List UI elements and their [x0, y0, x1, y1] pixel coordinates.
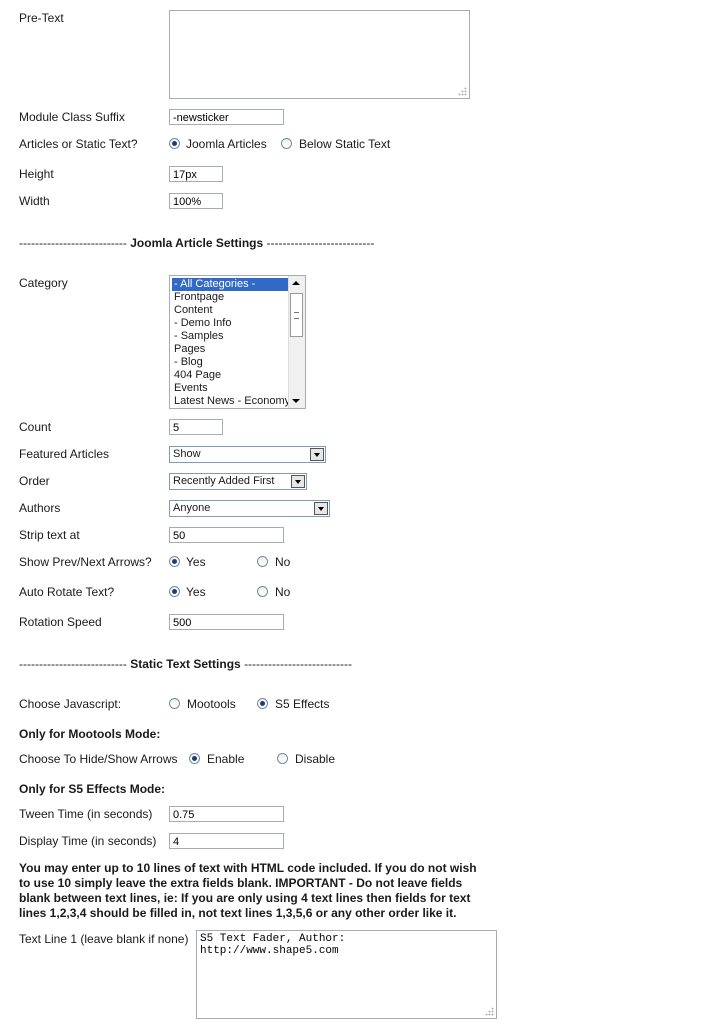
featured-articles-label: Featured Articles [19, 447, 110, 461]
featured-articles-select[interactable]: Show [169, 446, 326, 463]
mootools-radio[interactable] [169, 698, 180, 709]
static-text-settings-heading: --------------------------- Static Text … [19, 657, 352, 671]
autorotate-yes-label[interactable]: Yes [186, 585, 206, 599]
section-dashes-right: --------------------------- [266, 236, 375, 250]
pretext-label: Pre-Text [19, 11, 64, 25]
resize-grip-icon[interactable] [458, 87, 467, 96]
instructions-text: You may enter up to 10 lines of text wit… [19, 861, 477, 920]
autorotate-yes-radio[interactable] [169, 586, 180, 597]
chevron-down-icon[interactable] [291, 475, 305, 488]
display-time-input[interactable]: 4 [169, 833, 284, 849]
module-class-suffix-input[interactable]: -newsticker [169, 109, 284, 125]
autorotate-no-label[interactable]: No [275, 585, 290, 599]
category-option[interactable]: - Demo Info [172, 317, 291, 330]
category-option[interactable]: Content [172, 304, 291, 317]
autorotate-label: Auto Rotate Text? [19, 585, 115, 599]
tween-time-input[interactable]: 0.75 [169, 806, 284, 822]
enable-radio-label[interactable]: Enable [207, 752, 244, 766]
count-label: Count [19, 420, 52, 434]
section-dashes-left: --------------------------- [19, 236, 127, 250]
order-select[interactable]: Recently Added First [169, 473, 307, 490]
module-class-suffix-label: Module Class Suffix [19, 110, 125, 124]
authors-label: Authors [19, 501, 61, 515]
category-option[interactable]: - Samples [172, 330, 291, 343]
chevron-down-icon[interactable] [310, 448, 324, 461]
mootools-mode-heading: Only for Mootools Mode: [19, 727, 161, 741]
prevnext-label: Show Prev/Next Arrows? [19, 555, 152, 569]
strip-text-input[interactable]: 50 [169, 527, 284, 543]
text-line-1-label: Text Line 1 (leave blank if none) [19, 932, 189, 946]
scroll-down-icon[interactable] [292, 399, 300, 403]
s5-effects-radio[interactable] [257, 698, 268, 709]
s5-effects-radio-label[interactable]: S5 Effects [275, 697, 329, 711]
mootools-radio-label[interactable]: Mootools [187, 697, 236, 711]
below-static-text-radio[interactable] [281, 138, 292, 149]
articles-or-static-label: Articles or Static Text? [19, 137, 138, 151]
joomla-articles-radio[interactable] [169, 138, 180, 149]
authors-value: Anyone [173, 502, 211, 514]
disable-radio[interactable] [277, 753, 288, 764]
rotation-speed-label: Rotation Speed [19, 615, 102, 629]
rotation-speed-input[interactable]: 500 [169, 614, 284, 630]
category-listbox[interactable]: - All Categories - Frontpage Content - D… [169, 275, 306, 409]
prevnext-no-radio[interactable] [257, 556, 268, 567]
category-option[interactable]: 404 Page [172, 369, 291, 382]
height-input[interactable]: 17px [169, 166, 223, 182]
featured-articles-value: Show [173, 448, 201, 460]
section-dashes-right: --------------------------- [244, 657, 352, 671]
text-line-1-textarea[interactable]: S5 Text Fader, Author: http://www.shape5… [196, 930, 497, 1019]
joomla-article-settings-heading: --------------------------- Joomla Artic… [19, 236, 374, 250]
s5-effects-mode-heading: Only for S5 Effects Mode: [19, 782, 166, 796]
choose-javascript-label: Choose Javascript: [19, 697, 122, 711]
height-label: Height [19, 167, 54, 181]
pretext-textarea[interactable] [169, 10, 470, 99]
enable-radio[interactable] [189, 753, 200, 764]
category-option[interactable]: Pages [172, 343, 291, 356]
strip-text-label: Strip text at [19, 528, 80, 542]
prevnext-no-label[interactable]: No [275, 555, 290, 569]
authors-select[interactable]: Anyone [169, 500, 330, 517]
prevnext-yes-radio[interactable] [169, 556, 180, 567]
count-input[interactable]: 5 [169, 419, 223, 435]
scroll-up-icon[interactable] [292, 281, 300, 285]
section-dashes-left: --------------------------- [19, 657, 127, 671]
category-option[interactable]: - All Categories - [172, 278, 291, 291]
joomla-articles-radio-label[interactable]: Joomla Articles [186, 137, 267, 151]
chevron-down-icon[interactable] [314, 502, 328, 515]
category-option[interactable]: Latest News - Economy [172, 395, 291, 408]
order-value: Recently Added First [173, 475, 275, 487]
section-title: Static Text Settings [130, 657, 241, 671]
width-input[interactable]: 100% [169, 193, 223, 209]
disable-radio-label[interactable]: Disable [295, 752, 335, 766]
order-label: Order [19, 474, 50, 488]
scroll-thumb[interactable] [290, 293, 303, 337]
category-scrollbar[interactable] [288, 276, 305, 408]
category-option[interactable]: Events [172, 382, 291, 395]
resize-grip-icon[interactable] [485, 1007, 494, 1016]
prevnext-yes-label[interactable]: Yes [186, 555, 206, 569]
category-label: Category [19, 276, 68, 290]
section-title: Joomla Article Settings [130, 236, 264, 250]
tween-time-label: Tween Time (in seconds) [19, 807, 153, 821]
category-option[interactable]: - Blog [172, 356, 291, 369]
category-option[interactable]: Frontpage [172, 291, 291, 304]
hide-show-arrows-label: Choose To Hide/Show Arrows [19, 752, 178, 766]
autorotate-no-radio[interactable] [257, 586, 268, 597]
width-label: Width [19, 194, 50, 208]
below-static-text-radio-label[interactable]: Below Static Text [299, 137, 390, 151]
display-time-label: Display Time (in seconds) [19, 834, 157, 848]
